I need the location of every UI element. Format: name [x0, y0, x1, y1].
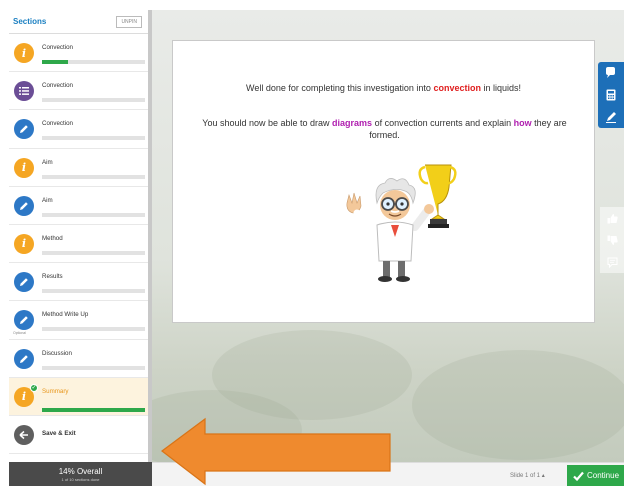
info-icon: i	[14, 43, 34, 63]
continue-label: Continue	[587, 471, 620, 480]
check-icon: ✓	[30, 383, 38, 392]
section-progress-bar	[42, 407, 145, 412]
pencil-icon	[14, 348, 34, 369]
section-progress-bar	[42, 250, 145, 255]
background-haze	[412, 350, 624, 460]
list-icon	[14, 81, 34, 102]
section-progress-bar	[42, 289, 145, 294]
calculator-icon	[606, 89, 616, 101]
section-label: Results	[42, 273, 63, 281]
optional-tag: Optional	[13, 331, 27, 336]
progress-fill	[42, 60, 68, 64]
arrow-left-icon	[14, 424, 34, 445]
comment-button[interactable]	[600, 251, 624, 273]
section-item-results[interactable]: Results	[9, 263, 148, 302]
message-text: Well done for completing this investigat…	[246, 83, 434, 93]
section-label: Method Write Up	[42, 311, 89, 319]
section-label: Convection	[42, 82, 73, 90]
highlight-diagrams: diagrams	[332, 118, 373, 128]
slide-card: Well done for completing this investigat…	[172, 40, 595, 323]
checkmark-icon	[573, 471, 584, 481]
pen-icon	[606, 112, 616, 123]
progress-fill	[42, 407, 145, 412]
pencil-icon	[14, 195, 34, 216]
thumbs-down-button[interactable]	[600, 229, 624, 251]
overall-progress-text: 14% Overall	[58, 467, 103, 476]
section-item-convection-intro[interactable]: i Convection	[9, 34, 148, 73]
slide-counter[interactable]: Slide 1 of 1 ▴	[510, 472, 545, 479]
info-icon: i	[14, 157, 34, 178]
overall-progress-footer: 14% Overall 1 of 10 sections done	[9, 462, 152, 486]
feedback-panel	[600, 207, 624, 273]
section-item-method-write-up[interactable]: Optional Method Write Up	[9, 301, 148, 340]
section-progress-bar	[42, 212, 145, 217]
comment-icon	[607, 257, 617, 268]
section-progress-bar	[42, 136, 145, 141]
thumbs-up-icon	[607, 213, 618, 223]
orange-arrow-annotation	[161, 417, 391, 486]
sections-sidebar: Sections UNPIN i Convection Convection C…	[9, 10, 152, 462]
top-strip	[0, 0, 624, 10]
section-item-method[interactable]: i Method	[9, 225, 148, 264]
info-icon: i	[14, 233, 34, 254]
continue-button[interactable]: Continue	[567, 465, 624, 486]
highlight-convection: convection	[433, 83, 481, 93]
read-aloud-button[interactable]	[598, 62, 624, 84]
section-label: Aim	[42, 196, 53, 204]
save-exit-label: Save & Exit	[42, 429, 76, 437]
speech-icon	[606, 67, 615, 78]
section-item-summary[interactable]: i ✓ Summary	[9, 377, 148, 416]
section-progress-bar	[42, 365, 145, 370]
unpin-button[interactable]: UNPIN	[116, 15, 142, 28]
section-label: Aim	[42, 158, 53, 166]
pencil-icon	[14, 272, 34, 293]
tools-panel	[598, 62, 624, 128]
message-text: of convection currents and explain	[372, 118, 514, 128]
save-exit-button[interactable]: Save & Exit	[9, 416, 148, 455]
section-label: Method	[42, 234, 63, 242]
slide-counter-text: Slide 1 of 1	[510, 473, 541, 479]
section-item-aim-info[interactable]: i Aim	[9, 149, 148, 187]
pencil-icon	[14, 310, 34, 331]
sidebar-header: Sections UNPIN	[9, 10, 148, 34]
pencil-icon	[14, 119, 34, 140]
section-item-convection-list[interactable]: Convection	[9, 72, 148, 111]
annotate-button[interactable]	[598, 106, 624, 128]
section-progress-bar	[42, 327, 145, 332]
section-label: Summary	[42, 387, 69, 395]
scientist-trophy-illustration	[346, 164, 457, 282]
section-label: Convection	[42, 44, 73, 51]
section-progress-bar	[42, 98, 145, 103]
sidebar-title: Sections	[13, 17, 47, 26]
highlight-how: how	[513, 118, 532, 128]
caret-up-icon: ▴	[541, 473, 545, 479]
section-label: Convection	[42, 120, 73, 128]
thumbs-down-icon	[607, 235, 618, 245]
slide-message-line1: Well done for completing this investigat…	[173, 83, 594, 93]
section-item-aim-task[interactable]: Aim	[9, 187, 148, 225]
section-label: Discussion	[42, 349, 72, 357]
section-progress-bar	[42, 174, 145, 179]
thumbs-up-button[interactable]	[600, 207, 624, 229]
section-progress-bar	[42, 60, 145, 64]
slide-message-line2: You should now be able to draw diagrams …	[193, 117, 576, 141]
sections-done-text: 1 of 10 sections done	[61, 477, 100, 482]
calculator-button[interactable]	[598, 84, 624, 106]
section-item-discussion[interactable]: Discussion	[9, 340, 148, 378]
section-item-convection-task[interactable]: Convection	[9, 110, 148, 149]
message-text: in liquids!	[480, 83, 521, 93]
message-text: You should now be able to draw	[202, 118, 333, 128]
